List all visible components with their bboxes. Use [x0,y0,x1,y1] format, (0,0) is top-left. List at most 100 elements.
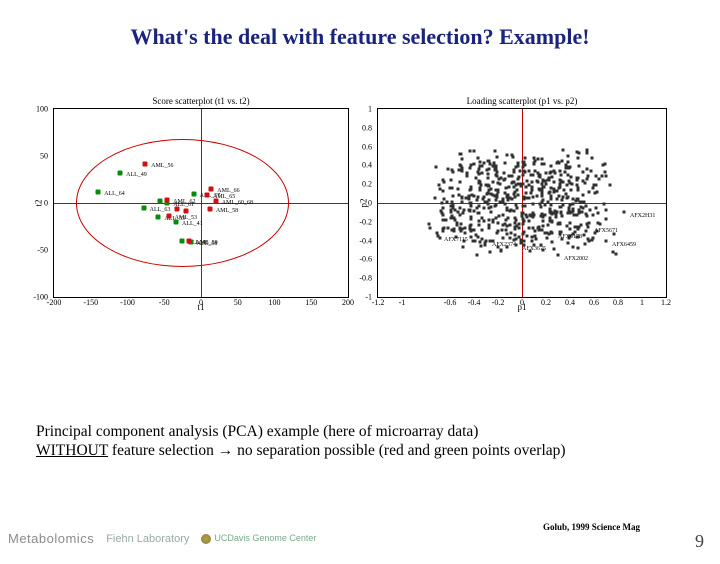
data-point [184,208,189,213]
data-point [587,191,590,194]
data-point [445,200,448,203]
data-point [469,167,472,170]
chart1-xlabel: p1 [518,302,527,312]
slide-title: What's the deal with feature selection? … [0,24,720,50]
data-point [561,159,564,162]
x-tick: 0.2 [541,298,551,307]
data-point [473,150,476,153]
caption-line1: Principal component analysis (PCA) examp… [36,423,478,440]
data-point [521,215,524,218]
data-point [501,224,504,227]
data-point [527,196,530,199]
data-point [490,211,493,214]
data-point [559,185,562,188]
y-tick: -50 [37,246,48,255]
data-point [572,245,575,248]
point-label: AFX6178 [558,234,582,240]
data-point [481,216,484,219]
logo-fiehn: Fiehn Laboratory [106,533,189,545]
x-tick: 1 [640,298,644,307]
data-point [483,244,486,247]
data-point [538,202,541,205]
data-point [587,174,590,177]
data-point [179,238,184,243]
data-point [571,208,574,211]
data-point [517,177,520,180]
data-point [493,194,496,197]
data-point [530,186,533,189]
score-scatter-plot: -200-150-100-50050100150200-100-50050100… [53,108,349,298]
y-tick: 50 [40,152,48,161]
data-point [559,180,562,183]
data-point [541,185,544,188]
data-point [508,236,511,239]
x-tick: -150 [83,298,98,307]
data-point [442,197,445,200]
data-point [165,198,170,203]
x-tick: -50 [159,298,170,307]
data-point [500,249,503,252]
charts-row: Score scatterplot (t1 vs. t2) t2 -200-15… [0,96,720,298]
y-tick: 0 [368,199,372,208]
data-point [558,221,561,224]
data-point [488,163,491,166]
data-point [523,220,526,223]
data-point [558,169,561,172]
data-point [473,163,476,166]
data-point [488,227,491,230]
data-point [572,198,575,201]
data-point [497,229,500,232]
data-point [559,210,562,213]
y-tick: 0.4 [362,161,372,170]
x-tick: -1 [399,298,406,307]
data-point [470,188,473,191]
data-point [443,227,446,230]
y-tick: -0.2 [359,217,372,226]
data-point [460,222,463,225]
point-label: AFX2374 [492,242,516,248]
data-point [590,169,593,172]
data-point [463,226,466,229]
data-point [510,182,513,185]
point-label: AML_60_68 [222,200,253,206]
data-point [577,165,580,168]
data-point [528,169,531,172]
data-point [532,163,535,166]
data-point [569,228,572,231]
data-point [525,180,528,183]
data-point [503,162,506,165]
data-point [588,209,591,212]
data-point [118,170,123,175]
x-tick: -0.2 [492,298,505,307]
data-point [461,157,464,160]
y-tick: 0 [44,199,48,208]
data-point [537,227,540,230]
data-point [191,191,196,196]
data-point [549,164,552,167]
data-point [497,222,500,225]
data-point [542,220,545,223]
data-point [469,204,472,207]
point-label: AML_62 [173,199,195,205]
data-point [434,196,437,199]
data-point [522,205,525,208]
data-point [570,211,573,214]
data-point [438,188,441,191]
data-point [477,212,480,215]
data-point [530,180,533,183]
x-tick: -0.4 [468,298,481,307]
data-point [468,150,471,153]
point-label: AFX2002 [564,256,588,262]
data-point [437,234,440,237]
data-point [207,206,212,211]
data-point [485,239,488,242]
chart0-ylabel: t2 [34,199,44,206]
data-point [529,192,532,195]
data-point [487,160,490,163]
data-point [594,206,597,209]
data-point [591,214,594,217]
data-point [547,179,550,182]
data-point [493,162,496,165]
data-point [584,243,587,246]
data-point [511,156,514,159]
